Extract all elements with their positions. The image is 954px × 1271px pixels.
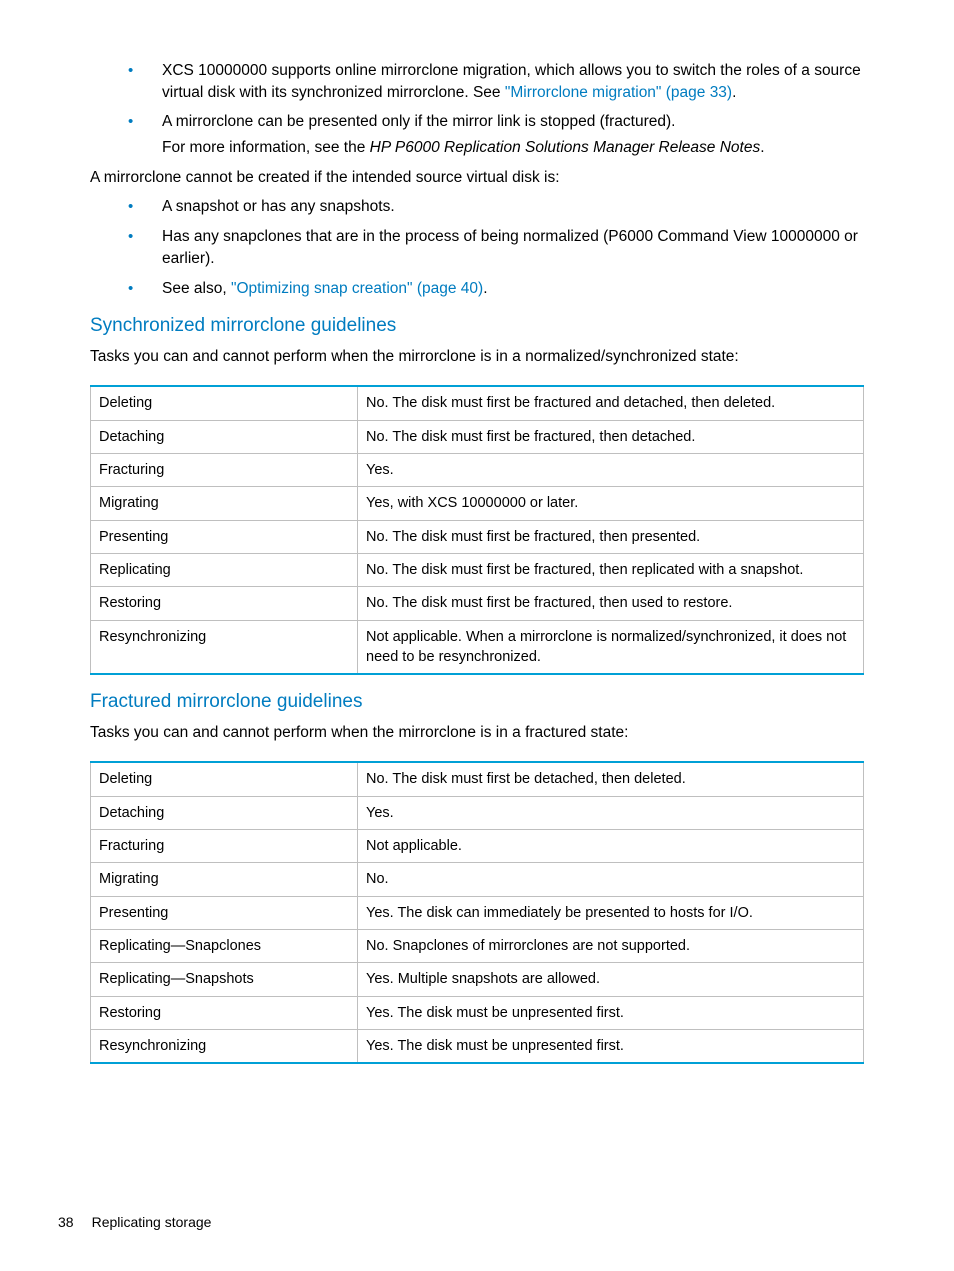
bullet-text: Has any snapclones that are in the proce… [162, 228, 858, 267]
sync-guidelines-table: DeletingNo. The disk must first be fract… [90, 385, 864, 675]
more-info-line: For more information, see the HP P6000 R… [162, 137, 864, 159]
more-info-post: . [760, 139, 764, 156]
desc-cell: Yes. The disk must be unpresented first. [358, 996, 864, 1029]
table-row: MigratingYes, with XCS 10000000 or later… [91, 487, 864, 520]
desc-cell: Yes. The disk must be unpresented first. [358, 1029, 864, 1063]
task-cell: Resynchronizing [91, 1029, 358, 1063]
bullet-text: A snapshot or has any snapshots. [162, 198, 395, 215]
section-heading-sync: Synchronized mirrorclone guidelines [90, 313, 864, 340]
desc-cell: No. [358, 863, 864, 896]
list-item: XCS 10000000 supports online mirrorclone… [120, 60, 864, 103]
table-row: ResynchronizingNot applicable. When a mi… [91, 620, 864, 674]
task-cell: Replicating—Snapclones [91, 929, 358, 962]
table-row: ReplicatingNo. The disk must first be fr… [91, 553, 864, 586]
table-row: RestoringNo. The disk must first be frac… [91, 587, 864, 620]
desc-cell: No. Snapclones of mirrorclones are not s… [358, 929, 864, 962]
task-cell: Presenting [91, 896, 358, 929]
desc-cell: Not applicable. When a mirrorclone is no… [358, 620, 864, 674]
table-row: FracturingYes. [91, 454, 864, 487]
task-cell: Deleting [91, 386, 358, 420]
table-row: DeletingNo. The disk must first be fract… [91, 386, 864, 420]
table-row: Replicating—SnapclonesNo. Snapclones of … [91, 929, 864, 962]
task-cell: Detaching [91, 420, 358, 453]
task-cell: Restoring [91, 996, 358, 1029]
table-row: RestoringYes. The disk must be unpresent… [91, 996, 864, 1029]
desc-cell: Yes, with XCS 10000000 or later. [358, 487, 864, 520]
table-row: DeletingNo. The disk must first be detac… [91, 762, 864, 796]
bullet-text: A mirrorclone can be presented only if t… [162, 113, 675, 130]
table-row: FracturingNot applicable. [91, 830, 864, 863]
desc-cell: No. The disk must first be fractured, th… [358, 553, 864, 586]
table-row: DetachingNo. The disk must first be frac… [91, 420, 864, 453]
task-cell: Migrating [91, 487, 358, 520]
content-area: XCS 10000000 supports online mirrorclone… [120, 60, 864, 1064]
page: XCS 10000000 supports online mirrorclone… [0, 0, 954, 1271]
list-item: Has any snapclones that are in the proce… [120, 226, 864, 269]
desc-cell: No. The disk must first be fractured, th… [358, 420, 864, 453]
cross-ref-link[interactable]: "Optimizing snap creation" (page 40) [231, 280, 483, 297]
bullet-text-post: . [483, 280, 487, 297]
cannot-bullet-list: A snapshot or has any snapshots. Has any… [120, 196, 864, 299]
bullet-text: See also, [162, 280, 231, 297]
desc-cell: Yes. Multiple snapshots are allowed. [358, 963, 864, 996]
section-intro-fractured: Tasks you can and cannot perform when th… [90, 722, 864, 744]
bullet-text-post: . [732, 84, 736, 101]
section-heading-fractured: Fractured mirrorclone guidelines [90, 689, 864, 716]
task-cell: Resynchronizing [91, 620, 358, 674]
list-item: A mirrorclone can be presented only if t… [120, 111, 864, 158]
page-number: 38 [58, 1214, 74, 1230]
cross-ref-link[interactable]: "Mirrorclone migration" (page 33) [505, 84, 732, 101]
desc-cell: Yes. [358, 454, 864, 487]
desc-cell: No. The disk must first be detached, the… [358, 762, 864, 796]
desc-cell: No. The disk must first be fractured and… [358, 386, 864, 420]
desc-cell: Not applicable. [358, 830, 864, 863]
fractured-table-body: DeletingNo. The disk must first be detac… [91, 762, 864, 1063]
fractured-guidelines-table: DeletingNo. The disk must first be detac… [90, 761, 864, 1064]
table-row: Replicating—SnapshotsYes. Multiple snaps… [91, 963, 864, 996]
cannot-create-intro: A mirrorclone cannot be created if the i… [90, 167, 864, 189]
desc-cell: No. The disk must first be fractured, th… [358, 520, 864, 553]
desc-cell: Yes. [358, 796, 864, 829]
sync-table-body: DeletingNo. The disk must first be fract… [91, 386, 864, 674]
task-cell: Replicating—Snapshots [91, 963, 358, 996]
task-cell: Presenting [91, 520, 358, 553]
table-row: MigratingNo. [91, 863, 864, 896]
task-cell: Fracturing [91, 830, 358, 863]
more-info-pre: For more information, see the [162, 139, 370, 156]
page-footer: 38 Replicating storage [58, 1213, 211, 1233]
task-cell: Detaching [91, 796, 358, 829]
top-bullet-list: XCS 10000000 supports online mirrorclone… [120, 60, 864, 159]
task-cell: Replicating [91, 553, 358, 586]
list-item: A snapshot or has any snapshots. [120, 196, 864, 218]
table-row: ResynchronizingYes. The disk must be unp… [91, 1029, 864, 1063]
table-row: PresentingYes. The disk can immediately … [91, 896, 864, 929]
desc-cell: No. The disk must first be fractured, th… [358, 587, 864, 620]
section-intro-sync: Tasks you can and cannot perform when th… [90, 346, 864, 368]
table-row: DetachingYes. [91, 796, 864, 829]
doc-title-italic: HP P6000 Replication Solutions Manager R… [370, 139, 761, 156]
task-cell: Restoring [91, 587, 358, 620]
task-cell: Fracturing [91, 454, 358, 487]
list-item: See also, "Optimizing snap creation" (pa… [120, 278, 864, 300]
desc-cell: Yes. The disk can immediately be present… [358, 896, 864, 929]
task-cell: Migrating [91, 863, 358, 896]
task-cell: Deleting [91, 762, 358, 796]
table-row: PresentingNo. The disk must first be fra… [91, 520, 864, 553]
footer-title: Replicating storage [92, 1214, 212, 1230]
